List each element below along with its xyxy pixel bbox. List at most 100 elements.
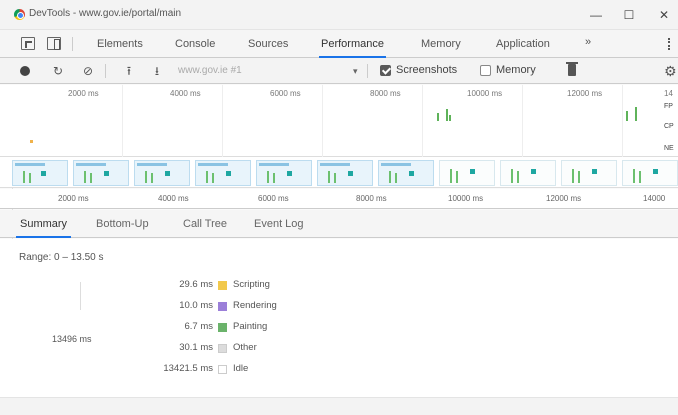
legend-value: 6.7 ms — [184, 321, 213, 332]
range-label: Range: 0 – 13.50 s — [19, 252, 104, 263]
legend-name: Painting — [233, 321, 268, 332]
fp-marker-label: FP — [664, 103, 673, 110]
record-icon — [20, 66, 30, 76]
load-profile-button[interactable]: ⭱ — [121, 63, 137, 79]
tab-call-tree[interactable]: Call Tree — [183, 210, 227, 237]
time-ruler: 2000 ms 4000 ms 6000 ms 8000 ms 10000 ms… — [0, 189, 678, 209]
record-button[interactable] — [17, 63, 33, 79]
tab-event-log[interactable]: Event Log — [254, 210, 304, 237]
screenshot-frame[interactable] — [378, 160, 434, 186]
tab-console[interactable]: Console — [175, 30, 215, 57]
screenshot-frame[interactable] — [73, 160, 129, 186]
more-tabs-icon[interactable]: » — [585, 36, 591, 48]
save-profile-button[interactable]: ⭳ — [149, 63, 165, 79]
gridline — [622, 85, 623, 157]
activity-bar — [449, 115, 451, 121]
cpu-lane-label: CP — [664, 123, 674, 130]
screenshots-filmstrip[interactable] — [0, 157, 678, 188]
idle-swatch — [218, 365, 227, 374]
chrome-logo-icon — [14, 9, 25, 20]
legend-value: 29.6 ms — [179, 279, 213, 290]
tab-summary[interactable]: Summary — [15, 210, 72, 238]
legend-row-scripting: 29.6 ms Scripting — [140, 279, 320, 293]
screenshot-frame[interactable] — [561, 160, 617, 186]
screenshot-frame[interactable] — [317, 160, 373, 186]
separator — [105, 64, 106, 78]
tab-elements[interactable]: Elements — [97, 30, 143, 57]
gridline — [422, 85, 423, 157]
overview-tick-label: 10000 ms — [467, 89, 503, 98]
maximize-button[interactable]: ☐ — [615, 5, 643, 25]
window-titlebar: DevTools - www.gov.ie/portal/main — ☐ ✕ — [0, 0, 678, 30]
summary-panel: Range: 0 – 13.50 s 13496 ms 29.6 ms Scri… — [0, 239, 678, 397]
overview-tick-label: 2000 ms — [68, 89, 99, 98]
overview-tick-label: 4000 ms — [170, 89, 201, 98]
painting-swatch — [218, 323, 227, 332]
legend-value: 30.1 ms — [179, 342, 213, 353]
memory-checkbox[interactable] — [480, 65, 491, 76]
legend-name: Rendering — [233, 300, 277, 311]
screenshot-frame[interactable] — [195, 160, 251, 186]
close-button[interactable]: ✕ — [650, 5, 678, 25]
inspect-element-icon[interactable] — [21, 37, 35, 50]
overview-tick-label: 8000 ms — [370, 89, 401, 98]
ruler-tick-label: 4000 ms — [158, 194, 189, 203]
minimize-button[interactable]: — — [582, 5, 610, 25]
activity-bar — [446, 109, 448, 121]
tab-bottom-up[interactable]: Bottom-Up — [96, 210, 149, 237]
tab-performance[interactable]: Performance — [319, 30, 386, 58]
screenshot-frame[interactable] — [12, 160, 68, 186]
gridline — [222, 85, 223, 157]
tab-sources[interactable]: Sources — [248, 30, 288, 57]
ruler-tick-label: 6000 ms — [258, 194, 289, 203]
legend-row-rendering: 10.0 ms Rendering — [140, 300, 320, 314]
window-title: DevTools - www.gov.ie/portal/main — [29, 8, 182, 19]
tab-memory[interactable]: Memory — [421, 30, 461, 57]
screenshot-frame[interactable] — [134, 160, 190, 186]
settings-gear-icon[interactable]: ⚙ — [664, 63, 677, 79]
chevron-down-icon[interactable]: ▾ — [353, 63, 358, 79]
device-toolbar-icon[interactable] — [47, 37, 61, 50]
legend-row-idle: 13421.5 ms Idle — [140, 363, 320, 377]
activity-bar — [626, 111, 628, 121]
rendering-swatch — [218, 302, 227, 311]
ruler-tick-label: 2000 ms — [58, 194, 89, 203]
screenshot-frame[interactable] — [439, 160, 495, 186]
scripting-swatch — [218, 281, 227, 290]
legend-name: Other — [233, 342, 257, 353]
clear-button[interactable]: ⊘ — [80, 63, 96, 79]
separator — [72, 37, 73, 51]
kebab-menu-icon[interactable] — [668, 38, 670, 50]
screenshot-frame[interactable] — [256, 160, 312, 186]
overview-tick-label: 14 — [664, 89, 673, 98]
garbage-collect-icon[interactable] — [566, 62, 578, 76]
details-tabbar: Summary Bottom-Up Call Tree Event Log — [0, 210, 678, 238]
timeline-overview[interactable]: 2000 ms 4000 ms 6000 ms 8000 ms 10000 ms… — [0, 85, 678, 157]
legend-name: Scripting — [233, 279, 270, 290]
screenshot-frame[interactable] — [500, 160, 556, 186]
gridline — [322, 85, 323, 157]
net-lane-label: NE — [664, 145, 674, 152]
scripting-marker — [30, 140, 33, 143]
recording-select[interactable]: www.gov.ie #1 — [178, 63, 362, 79]
screenshot-frame[interactable] — [622, 160, 678, 186]
separator — [367, 64, 368, 78]
overview-tick-label: 12000 ms — [567, 89, 603, 98]
gridline — [522, 85, 523, 157]
ruler-tick-label: 10000 ms — [448, 194, 484, 203]
ruler-tick-label: 14000 — [643, 194, 666, 203]
screenshots-label: Screenshots — [396, 64, 458, 76]
tab-application[interactable]: Application — [496, 30, 550, 57]
reload-profile-button[interactable]: ↻ — [50, 63, 66, 79]
activity-bar — [437, 113, 439, 121]
activity-bar — [635, 107, 637, 121]
performance-toolbar: ↻ ⊘ ⭱ ⭳ www.gov.ie #1 ▾ Screenshots Memo… — [0, 58, 678, 84]
overview-tick-label: 6000 ms — [270, 89, 301, 98]
screenshots-checkbox[interactable] — [380, 65, 391, 76]
legend-row-painting: 6.7 ms Painting — [140, 321, 320, 335]
gridline — [122, 85, 123, 157]
legend-name: Idle — [233, 363, 249, 374]
devtools-tabbar: Elements Console Sources Performance Mem… — [0, 30, 678, 58]
other-swatch — [218, 344, 227, 353]
pie-chart — [80, 282, 81, 310]
